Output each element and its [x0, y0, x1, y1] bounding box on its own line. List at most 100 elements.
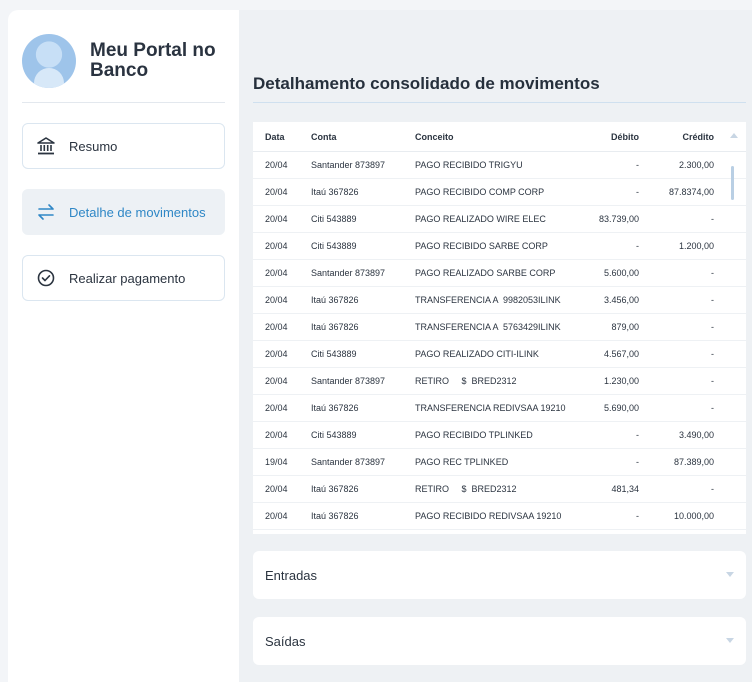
cell-debito: - [636, 187, 639, 197]
cell-credito: - [711, 268, 714, 278]
table-row[interactable]: 20/04 Citi 543889 PAGO RECIBIDO SARBE CORP… [253, 233, 746, 260]
accordion-saidas[interactable]: Saídas [253, 617, 746, 665]
table-row[interactable]: 20/04 Santander 873897 PAGO REALIZADO SARB… [253, 260, 746, 287]
cell-conta: Citi 543889 [311, 430, 357, 440]
table-row[interactable]: 20/04 Itaú 367826 PAGO RECIBIDO REDIVSAA 1… [253, 503, 746, 530]
cell-data: 20/04 [265, 187, 288, 197]
cell-debito: - [636, 511, 639, 521]
table-row[interactable]: 20/04 Itaú 367826 RETIRO $ BRED2312 481,34 - [253, 476, 746, 503]
cell-data: 20/04 [265, 430, 288, 440]
cell-data: 20/04 [265, 295, 288, 305]
cell-debito: - [636, 241, 639, 251]
column-header-conta[interactable]: Conta [299, 132, 403, 142]
cell-credito: - [711, 295, 714, 305]
cell-conceito: PAGO RECIBIDO TRIGYU [415, 160, 523, 170]
cell-data: 20/04 [265, 403, 288, 413]
scrollbar[interactable] [731, 162, 734, 532]
cell-data: 20/04 [265, 241, 288, 251]
accordion-label: Saídas [265, 633, 306, 649]
cell-conceito: PAGO RECIBIDO TPLINKED [415, 430, 533, 440]
sidebar-divider [22, 102, 225, 103]
cell-conta: Itaú 367826 [311, 187, 359, 197]
movements-table: Data Conta Conceito Débito Crédito 20/04… [253, 122, 746, 534]
cell-conta: Itaú 367826 [311, 511, 359, 521]
cell-conta: Itaú 367826 [311, 322, 359, 332]
cell-conceito: PAGO REALIZADO CITI-ILINK [415, 349, 539, 359]
cell-debito: - [636, 160, 639, 170]
table-row[interactable]: 20/04 Itaú 367826 TRANSFERENCIA REDIVSAA 1… [253, 395, 746, 422]
cell-conta: Santander 873897 [311, 160, 386, 170]
cell-debito: 83.739,00 [598, 214, 639, 224]
cell-debito: 4.567,00 [603, 349, 639, 359]
page-title: Detalhamento consolidado de movimentos [253, 74, 600, 93]
column-header-debito[interactable]: Débito [573, 132, 647, 142]
table-row[interactable]: 20/04 Citi 543889 PAGO RECIBIDO TPLINKED - 3… [253, 422, 746, 449]
cell-credito: - [711, 322, 714, 332]
chevron-down-icon [726, 638, 734, 643]
check-circle-icon [35, 267, 57, 289]
cell-data: 20/04 [265, 511, 288, 521]
cell-data: 20/04 [265, 349, 288, 359]
sidebar-item-label: Detalhe de movimentos [69, 204, 206, 220]
cell-credito: 3.490,00 [678, 430, 714, 440]
cell-credito: 87.389,00 [673, 457, 714, 467]
cell-credito: - [711, 349, 714, 359]
table-row[interactable]: 20/04 Citi 543889 PAGO REALIZADO CITI-ILIN… [253, 341, 746, 368]
scroll-up-icon[interactable] [730, 133, 738, 138]
cell-conta: Santander 873897 [311, 457, 386, 467]
scrollbar-thumb[interactable] [731, 166, 734, 200]
avatar [22, 34, 76, 88]
cell-conceito: RETIRO $ BRED2312 [415, 376, 517, 386]
table-row[interactable]: 20/04 Itaú 367826 PAGO RECIBIDO COMP CORP -… [253, 179, 746, 206]
cell-conta: Citi 543889 [311, 349, 357, 359]
cell-data: 20/04 [265, 484, 288, 494]
cell-conceito: PAGO REC TPLINKED [415, 457, 509, 467]
table-row[interactable]: 19/04 Santander 873897 PAGO REC TPLINKED - 8… [253, 449, 746, 476]
cell-data: 20/04 [265, 376, 288, 386]
cell-credito: - [711, 214, 714, 224]
table-row[interactable]: 20/04 Santander 873897 PAGO RECIBIDO TRIGY… [253, 152, 746, 179]
cell-conta: Itaú 367826 [311, 484, 359, 494]
table-row[interactable]: 20/04 Itaú 367826 TRANSFERENCIA A 5763429I… [253, 314, 746, 341]
cell-credito: - [711, 403, 714, 413]
cell-conta: Citi 543889 [311, 241, 357, 251]
cell-conceito: PAGO REALIZADO SARBE CORP [415, 268, 556, 278]
table-row[interactable]: 20/04 Itaú 367826 TRANSFERENCIA A 9982053I… [253, 287, 746, 314]
sidebar-item-detalhe[interactable]: Detalhe de movimentos [22, 189, 225, 235]
cell-conceito: PAGO RECIBIDO COMP CORP [415, 187, 545, 197]
cell-credito: 2.300,00 [678, 160, 714, 170]
cell-conta: Santander 873897 [311, 376, 386, 386]
title-divider [253, 102, 746, 103]
table-row[interactable]: 20/04 Citi 543889 PAGO REALIZADO WIRE ELEC… [253, 206, 746, 233]
cell-debito: 5.600,00 [603, 268, 639, 278]
accordion-entradas[interactable]: Entradas [253, 551, 746, 599]
column-header-conceito[interactable]: Conceito [403, 132, 573, 142]
cell-debito: 481,34 [611, 484, 639, 494]
bank-icon [35, 135, 57, 157]
cell-credito: 87.8374,00 [668, 187, 714, 197]
table-row[interactable]: 20/04 Santander 873897 RETIRO $ BRED2312 1.… [253, 368, 746, 395]
sidebar-item-pagamento[interactable]: Realizar pagamento [22, 255, 225, 301]
cell-debito: - [636, 457, 639, 467]
cell-credito: - [711, 376, 714, 386]
accordion-label: Entradas [265, 567, 318, 583]
cell-credito: - [711, 484, 714, 494]
brand-title: Meu Portal no Banco [90, 40, 216, 81]
app-frame: Meu Portal no Banco Resumo Detalhe de mo… [8, 10, 752, 682]
cell-conceito: RETIRO $ BRED2312 [415, 484, 517, 494]
cell-conceito: TRANSFERENCIA A 9982053ILINK [415, 295, 561, 305]
sidebar: Meu Portal no Banco Resumo Detalhe de mo… [8, 10, 239, 682]
cell-data: 20/04 [265, 214, 288, 224]
column-header-credito[interactable]: Crédito [647, 132, 724, 142]
cell-debito: 879,00 [611, 322, 639, 332]
cell-conta: Santander 873897 [311, 268, 386, 278]
cell-conceito: PAGO REALIZADO WIRE ELEC [415, 214, 546, 224]
cell-conceito: PAGO RECIBIDO REDIVSAA 19210 [415, 511, 562, 521]
sidebar-item-label: Realizar pagamento [69, 270, 186, 286]
sidebar-item-resumo[interactable]: Resumo [22, 123, 225, 169]
column-header-data[interactable]: Data [253, 132, 299, 142]
table-header: Data Conta Conceito Débito Crédito [253, 122, 746, 152]
cell-debito: - [636, 430, 639, 440]
brand: Meu Portal no Banco [22, 34, 220, 88]
cell-data: 19/04 [265, 457, 288, 467]
